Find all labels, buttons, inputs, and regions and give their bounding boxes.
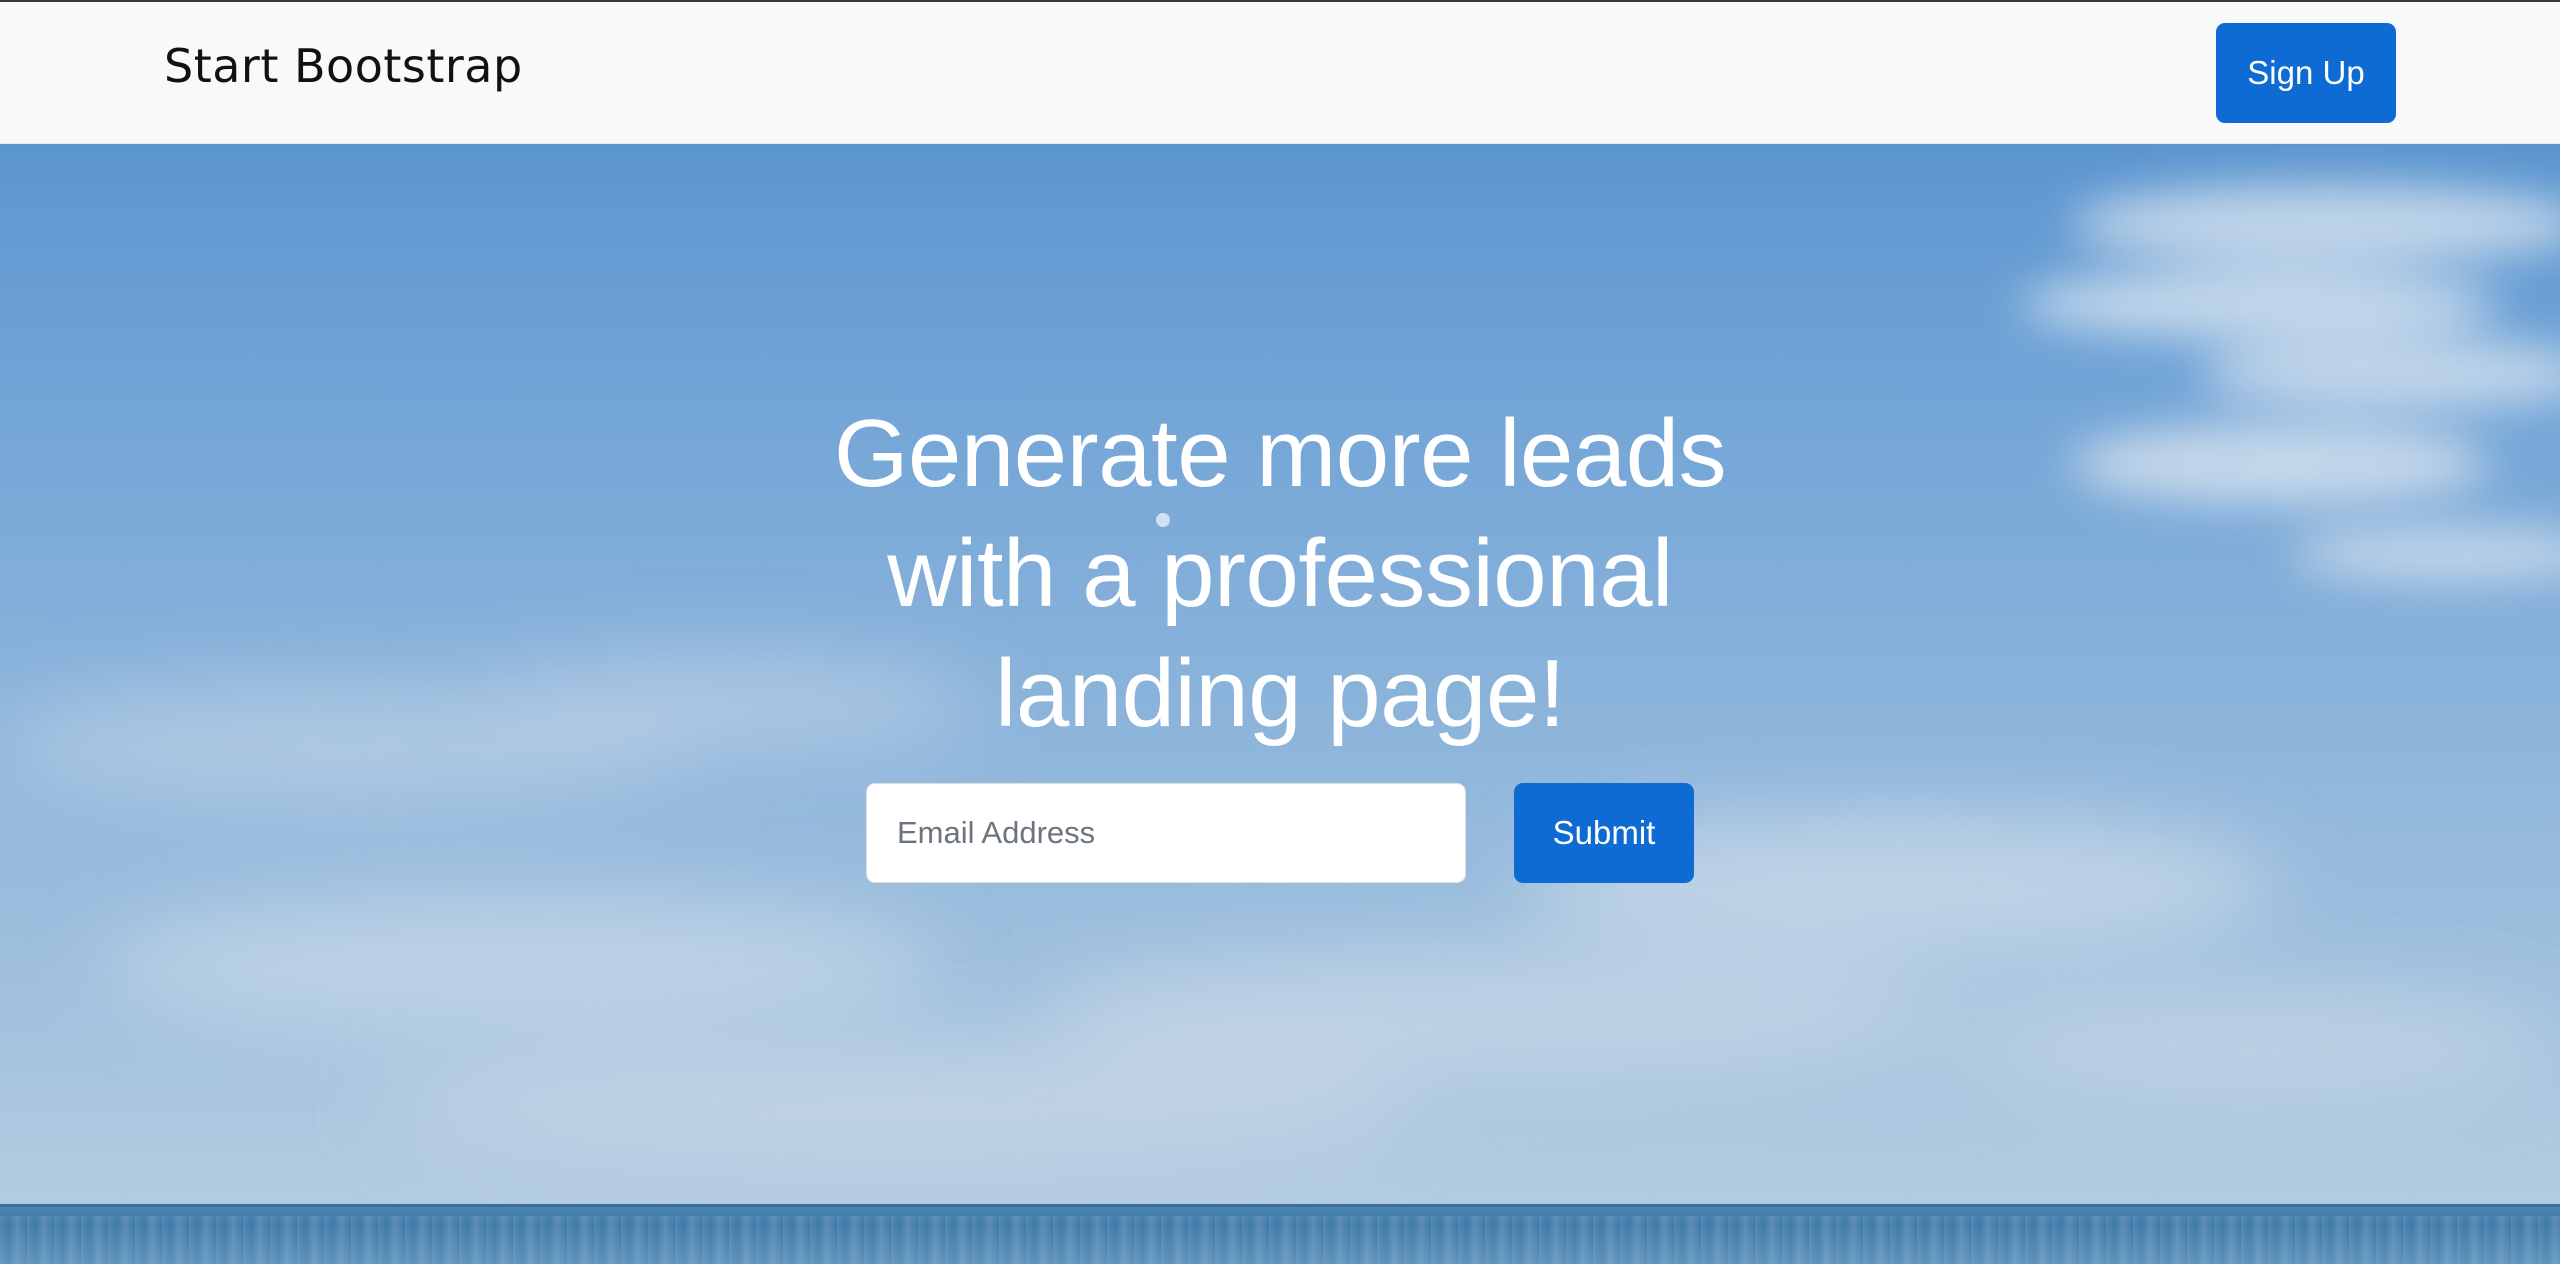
email-address-input[interactable] bbox=[866, 783, 1466, 883]
headline-line-1: Generate more leads bbox=[833, 400, 1727, 507]
submit-button[interactable]: Submit bbox=[1514, 783, 1694, 883]
headline-line-3: landing page! bbox=[994, 640, 1566, 747]
sign-up-button[interactable]: Sign Up bbox=[2216, 23, 2396, 123]
headline-line-2: with a professional bbox=[887, 520, 1673, 627]
navbar: Start Bootstrap Sign Up bbox=[0, 0, 2560, 144]
hero-headline: Generate more leads with a professional … bbox=[680, 394, 1880, 754]
landing-page: Start Bootstrap Sign Up Generate more le… bbox=[0, 0, 2560, 1264]
sea-ripple bbox=[0, 1216, 2560, 1264]
hero-section: Generate more leads with a professional … bbox=[0, 144, 2560, 1264]
brand-link[interactable]: Start Bootstrap bbox=[164, 38, 523, 94]
sea-horizon bbox=[0, 1204, 2560, 1264]
